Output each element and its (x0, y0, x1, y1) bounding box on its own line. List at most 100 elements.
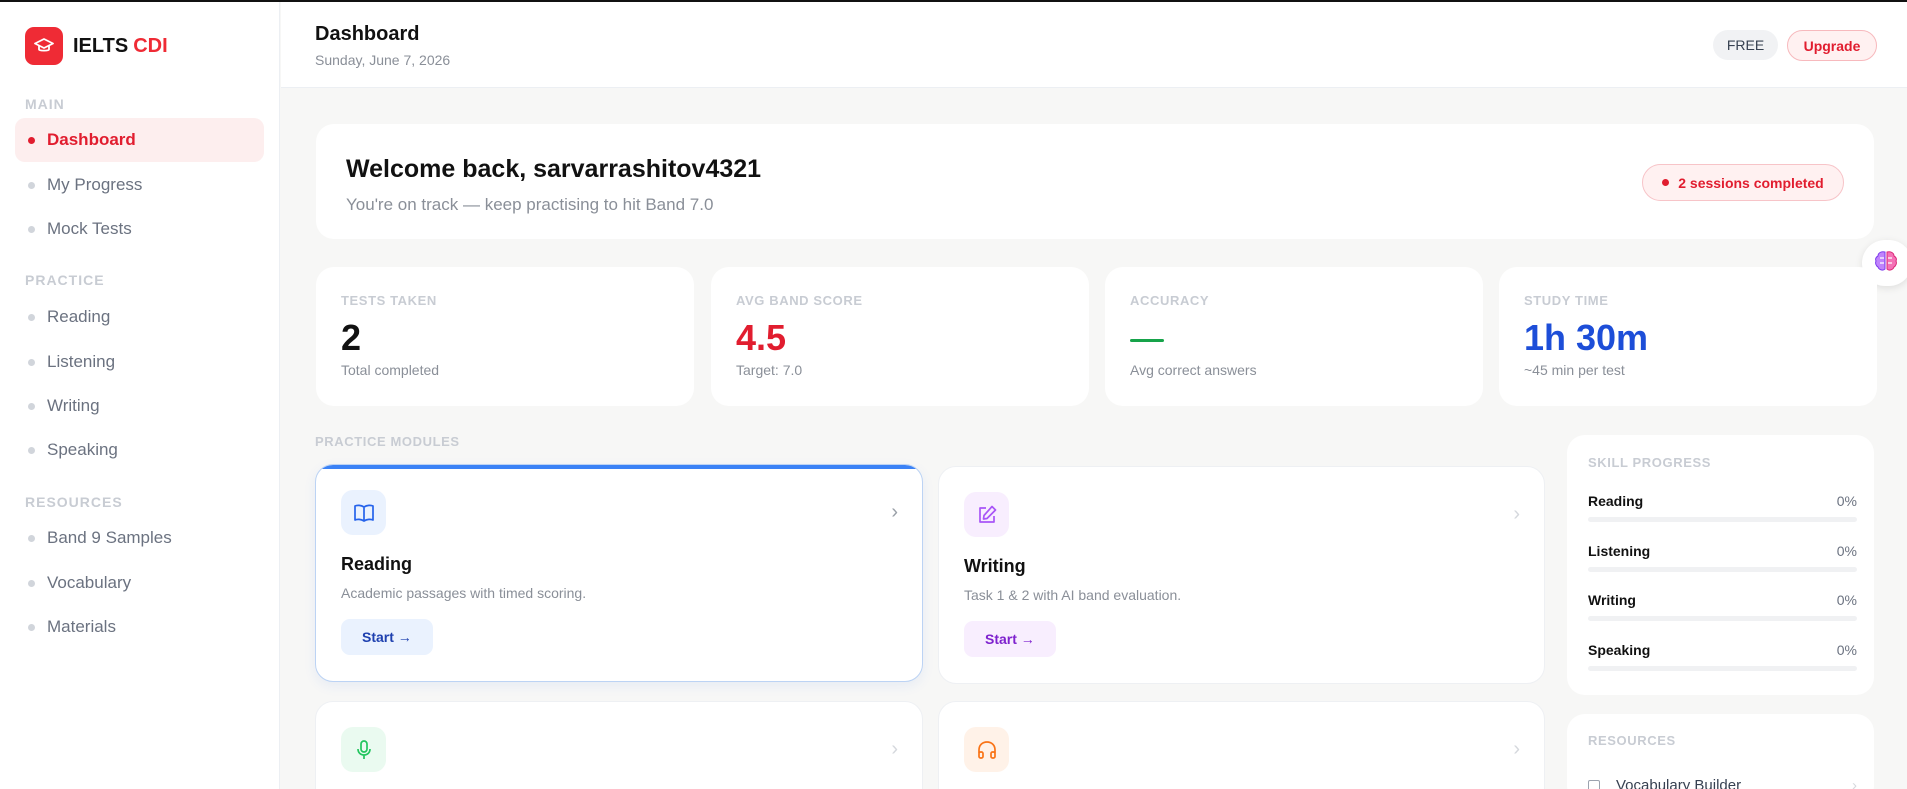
window-top-border (0, 0, 1907, 2)
module-description: Task 1 & 2 with AI band evaluation. (964, 587, 1182, 603)
brain-icon (1874, 250, 1898, 277)
stat-card-avg-band-score: AVG BAND SCORE 4.5 Target: 7.0 (711, 267, 1089, 406)
start-reading-button[interactable]: Start → (341, 619, 433, 655)
skill-progress-card: SKILL PROGRESS Reading 0% Listening 0% W… (1567, 435, 1874, 695)
microphone-icon (341, 727, 386, 772)
stat-card-study-time: STUDY TIME 1h 30m ~45 min per test (1499, 267, 1877, 406)
empty-value-dash (1130, 339, 1164, 342)
dot-icon (28, 313, 35, 321)
stat-card-tests-taken: TESTS TAKEN 2 Total completed (316, 267, 694, 406)
chevron-right-icon: › (891, 501, 898, 523)
stat-value: 2 (341, 317, 362, 358)
sidebar-item-label: Writing (47, 396, 100, 415)
skill-progress-bar (1588, 517, 1857, 522)
status-dot-icon (1662, 179, 1670, 186)
sessions-badge: 2 sessions completed (1642, 164, 1844, 201)
start-writing-button[interactable]: Start → (964, 621, 1056, 657)
graduation-cap-icon (25, 27, 63, 65)
document-icon (1588, 779, 1600, 789)
dot-icon (28, 579, 35, 587)
stat-label: TESTS TAKEN (341, 293, 437, 308)
skill-name: Reading (1588, 493, 1644, 509)
sidebar-item-label: Reading (47, 307, 111, 326)
sidebar-item-band-9-samples[interactable]: Band 9 Samples (15, 516, 264, 560)
brand[interactable]: IELTS CDI (25, 27, 168, 65)
welcome-card: Welcome back, sarvarrashitov4321 You're … (316, 124, 1874, 239)
edit-icon (964, 492, 1009, 537)
page-date: Sunday, June 7, 2026 (315, 52, 451, 68)
skill-name: Speaking (1588, 642, 1651, 658)
resource-item-vocabulary-builder[interactable]: Vocabulary Builder › (1588, 777, 1857, 789)
chevron-right-icon: › (1513, 738, 1520, 760)
stat-label: ACCURACY (1130, 293, 1210, 308)
module-card-writing[interactable]: › Writing Task 1 & 2 with AI band evalua… (938, 466, 1545, 684)
sidebar-item-label: Band 9 Samples (47, 528, 172, 547)
module-card-listening[interactable]: › (938, 701, 1545, 789)
chevron-right-icon: › (1513, 503, 1520, 525)
sessions-label: 2 sessions completed (1678, 174, 1824, 191)
dot-icon (28, 358, 35, 366)
nav-section-main: MAIN (25, 96, 65, 112)
sidebar-item-listening[interactable]: Listening (15, 340, 264, 384)
sidebar-item-label: Mock Tests (47, 219, 132, 238)
sidebar-item-materials[interactable]: Materials (15, 605, 264, 649)
sidebar-item-dashboard[interactable]: Dashboard (15, 118, 264, 162)
resources-card: RESOURCES Vocabulary Builder › (1567, 714, 1874, 789)
nav-section-resources: RESOURCES (25, 494, 123, 510)
sidebar-item-vocabulary[interactable]: Vocabulary (15, 561, 264, 605)
module-card-speaking[interactable]: › (315, 701, 923, 789)
sidebar-item-label: My Progress (47, 175, 143, 194)
skill-progress-bar (1588, 666, 1857, 671)
chevron-right-icon: › (1852, 777, 1857, 789)
sidebar-item-writing[interactable]: Writing (15, 384, 264, 428)
stat-sub: ~45 min per test (1524, 362, 1625, 378)
stat-label: STUDY TIME (1524, 293, 1609, 308)
nav-section-practice: PRACTICE (25, 272, 105, 288)
dot-icon (28, 623, 35, 631)
stat-sub: Total completed (341, 362, 440, 378)
dot-icon (28, 446, 35, 454)
skill-name: Listening (1588, 543, 1651, 559)
sidebar-item-speaking[interactable]: Speaking (15, 428, 264, 472)
skill-percent: 0% (1836, 543, 1857, 559)
stat-value: 1h 30m (1524, 317, 1649, 358)
sidebar-item-mock-tests[interactable]: Mock Tests (15, 207, 264, 251)
dot-icon (28, 402, 35, 410)
stat-sub: Target: 7.0 (736, 362, 803, 378)
module-card-reading[interactable]: › Reading Academic passages with timed s… (315, 464, 923, 682)
sidebar-item-reading[interactable]: Reading (15, 295, 264, 339)
plan-badge: FREE (1713, 30, 1778, 60)
active-accent-bar (316, 465, 922, 469)
chevron-right-icon: › (891, 738, 898, 760)
module-title: Writing (964, 556, 1026, 576)
dot-icon (28, 181, 35, 189)
stat-value: 4.5 (736, 317, 787, 358)
book-open-icon (341, 490, 386, 535)
resources-title: RESOURCES (1588, 733, 1676, 748)
module-description: Academic passages with timed scoring. (341, 585, 587, 601)
upgrade-button[interactable]: Upgrade (1787, 30, 1877, 61)
stat-label: AVG BAND SCORE (736, 293, 863, 308)
practice-modules-label: PRACTICE MODULES (315, 434, 460, 449)
sidebar: IELTS CDI MAIN Dashboard My Progress Mock… (0, 0, 280, 789)
active-dot-icon (28, 136, 35, 144)
stat-card-accuracy: ACCURACY Avg correct answers (1105, 267, 1483, 406)
top-header: Dashboard Sunday, June 7, 2026 FREE Upgr… (281, 2, 1907, 88)
sidebar-item-label: Speaking (47, 440, 118, 459)
sidebar-item-label: Dashboard (47, 130, 136, 149)
stat-sub: Avg correct answers (1130, 362, 1257, 378)
dot-icon (28, 534, 35, 542)
skill-percent: 0% (1836, 592, 1857, 608)
page-title: Dashboard (315, 23, 420, 45)
brand-name: IELTS CDI (73, 34, 168, 57)
welcome-title: Welcome back, sarvarrashitov4321 (346, 155, 762, 183)
skill-progress-bar (1588, 616, 1857, 621)
sidebar-item-label: Listening (47, 352, 116, 371)
dot-icon (28, 225, 35, 233)
welcome-subtitle: You're on track — keep practising to hit… (346, 195, 714, 214)
skill-percent: 0% (1836, 642, 1857, 658)
skill-name: Writing (1588, 592, 1636, 608)
sidebar-item-my-progress[interactable]: My Progress (15, 163, 264, 207)
skill-progress-title: SKILL PROGRESS (1588, 455, 1712, 470)
headphones-icon (964, 727, 1009, 772)
